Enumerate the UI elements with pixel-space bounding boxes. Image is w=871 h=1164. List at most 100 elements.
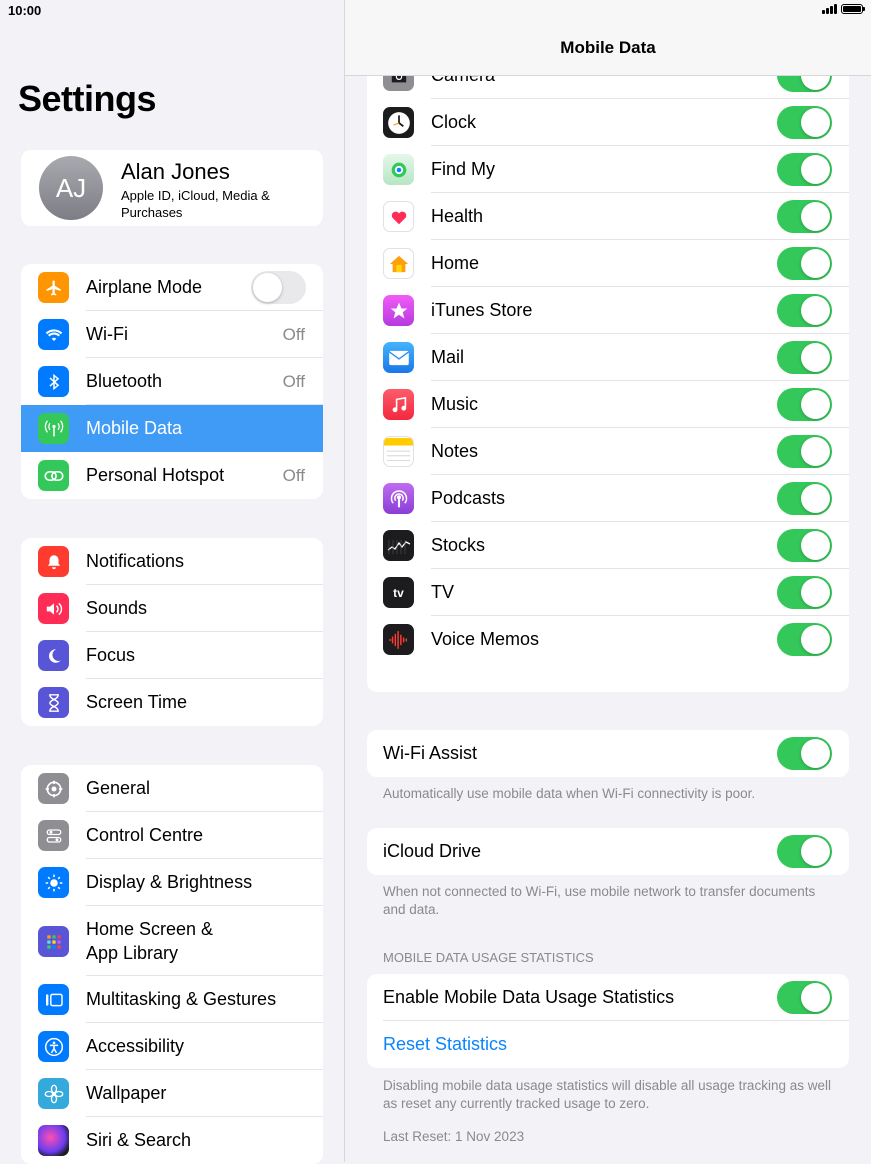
- wifi-assist-footer: Automatically use mobile data when Wi-Fi…: [383, 786, 756, 801]
- sidebar-item-label: Sounds: [86, 598, 148, 618]
- airplane-mode-toggle[interactable]: [251, 271, 306, 304]
- wifi-assist-toggle[interactable]: [777, 737, 832, 770]
- moon-icon: [38, 640, 69, 671]
- switches-icon: [38, 820, 69, 851]
- flower-icon: [38, 1078, 69, 1109]
- sidebar-item-accessibility[interactable]: Accessibility: [21, 1023, 323, 1070]
- sidebar-item-label: Multitasking & Gestures: [86, 989, 277, 1009]
- clock-toggle[interactable]: [777, 106, 832, 139]
- wifi-assist-label: Wi-Fi Assist: [383, 743, 477, 763]
- notes-icon: [383, 436, 414, 467]
- profile-name: Alan Jones: [121, 159, 230, 184]
- voice-memos-toggle[interactable]: [777, 623, 832, 656]
- itunes-store-toggle[interactable]: [777, 294, 832, 327]
- sidebar-item-screen-time[interactable]: Screen Time: [21, 679, 323, 726]
- notes-toggle[interactable]: [777, 435, 832, 468]
- sidebar-item-multitasking[interactable]: Multitasking & Gestures: [21, 976, 323, 1023]
- sidebar-item-home-screen[interactable]: Home Screen & App Library: [21, 906, 323, 976]
- wifi-icon: [38, 319, 69, 350]
- podcast-icon: [383, 483, 414, 514]
- sidebar-item-display-brightness[interactable]: Display & Brightness: [21, 859, 323, 906]
- icloud-drive-row: iCloud Drive: [367, 828, 849, 875]
- sidebar-item-general[interactable]: General: [21, 765, 323, 812]
- sidebar-item-sounds[interactable]: Sounds: [21, 585, 323, 632]
- mail-toggle[interactable]: [777, 341, 832, 374]
- app-label: Stocks: [431, 535, 486, 555]
- find-my-toggle[interactable]: [777, 153, 832, 186]
- list-item-voice-memos: Voice Memos: [367, 616, 849, 663]
- sidebar-item-airplane-mode[interactable]: Airplane Mode: [21, 264, 323, 311]
- siri-icon: [38, 1125, 69, 1156]
- status-icons: [822, 4, 865, 14]
- app-label: Find My: [431, 159, 496, 179]
- sidebar-item-label: General: [86, 778, 151, 798]
- sidebar-item-label: Notifications: [86, 551, 185, 571]
- usage-statistics-footer: Disabling mobile data usage statistics w…: [383, 1078, 831, 1111]
- reset-statistics-button[interactable]: Reset Statistics: [383, 1034, 507, 1055]
- status-time: 10:00: [8, 3, 42, 18]
- nav-title: Mobile Data: [560, 38, 656, 57]
- sidebar-item-wifi[interactable]: Wi-Fi Off: [21, 311, 323, 358]
- app-mobile-data-list: Camera Clock Find My Health: [367, 52, 849, 692]
- music-toggle[interactable]: [777, 388, 832, 421]
- icloud-drive-card: iCloud Drive: [367, 828, 849, 875]
- cellular-signal-icon: [822, 4, 837, 14]
- sidebar-item-notifications[interactable]: Notifications: [21, 538, 323, 585]
- app-label: Health: [431, 206, 484, 226]
- sidebar-item-siri-search[interactable]: Siri & Search: [21, 1117, 323, 1164]
- icloud-drive-toggle[interactable]: [777, 835, 832, 868]
- sidebar-item-label: Bluetooth: [86, 371, 163, 391]
- hotspot-status-value: Off: [282, 465, 305, 485]
- list-item-home: Home: [367, 240, 849, 287]
- list-item-podcasts: Podcasts: [367, 475, 849, 522]
- usage-statistics-card: Enable Mobile Data Usage Statistics Rese…: [367, 974, 849, 1068]
- reset-statistics-row[interactable]: Reset Statistics: [367, 1021, 849, 1068]
- sidebar-item-label: Personal Hotspot: [86, 465, 225, 485]
- sidebar-item-mobile-data[interactable]: Mobile Data: [21, 405, 323, 452]
- usage-statistics-toggle[interactable]: [777, 981, 832, 1014]
- apple-id-profile[interactable]: AJ Alan Jones Apple ID, iCloud, Media & …: [21, 150, 323, 226]
- sidebar-item-label: Wi-Fi: [86, 324, 128, 344]
- sidebar-item-focus[interactable]: Focus: [21, 632, 323, 679]
- usage-statistics-label: Enable Mobile Data Usage Statistics: [383, 987, 675, 1007]
- hotspot-icon: [38, 460, 69, 491]
- list-item-music: Music: [367, 381, 849, 428]
- tv-icon: tv: [383, 577, 414, 608]
- icloud-drive-footer: When not connected to Wi-Fi, use mobile …: [383, 884, 816, 917]
- sidebar-item-label: Control Centre: [86, 825, 204, 845]
- multitask-icon: [38, 984, 69, 1015]
- sidebar-item-wallpaper[interactable]: Wallpaper: [21, 1070, 323, 1117]
- tv-toggle[interactable]: [777, 576, 832, 609]
- sidebar-item-personal-hotspot[interactable]: Personal Hotspot Off: [21, 452, 323, 499]
- wifi-assist-card: Wi-Fi Assist: [367, 730, 849, 777]
- sidebar-item-control-centre[interactable]: Control Centre: [21, 812, 323, 859]
- usage-statistics-row: Enable Mobile Data Usage Statistics: [367, 974, 849, 1021]
- notifications-group: Notifications Sounds Focus Screen Time: [21, 538, 323, 726]
- app-label: Music: [431, 394, 479, 414]
- app-label: Notes: [431, 441, 479, 461]
- music-note-icon: [383, 389, 414, 420]
- app-label: Voice Memos: [431, 629, 540, 649]
- sidebar-item-label: Home Screen & App Library: [86, 919, 214, 963]
- bell-icon: [38, 546, 69, 577]
- health-toggle[interactable]: [777, 200, 832, 233]
- envelope-icon: [383, 342, 414, 373]
- waveform-icon: [383, 624, 414, 655]
- usage-section-header: MOBILE DATA USAGE STATISTICS: [383, 950, 594, 965]
- sidebar-item-bluetooth[interactable]: Bluetooth Off: [21, 358, 323, 405]
- speaker-icon: [38, 593, 69, 624]
- house-icon: [383, 248, 414, 279]
- star-icon: [383, 295, 414, 326]
- accessibility-icon: [38, 1031, 69, 1062]
- stocks-toggle[interactable]: [777, 529, 832, 562]
- list-item-notes: Notes: [367, 428, 849, 475]
- airplane-icon: [38, 272, 69, 303]
- list-item-tv: tv TV: [367, 569, 849, 616]
- battery-icon: [841, 4, 865, 14]
- heart-icon: [383, 201, 414, 232]
- sidebar-item-label: Mobile Data: [86, 418, 183, 438]
- home-toggle[interactable]: [777, 247, 832, 280]
- bluetooth-icon: [38, 366, 69, 397]
- list-item-itunes-store: iTunes Store: [367, 287, 849, 334]
- podcasts-toggle[interactable]: [777, 482, 832, 515]
